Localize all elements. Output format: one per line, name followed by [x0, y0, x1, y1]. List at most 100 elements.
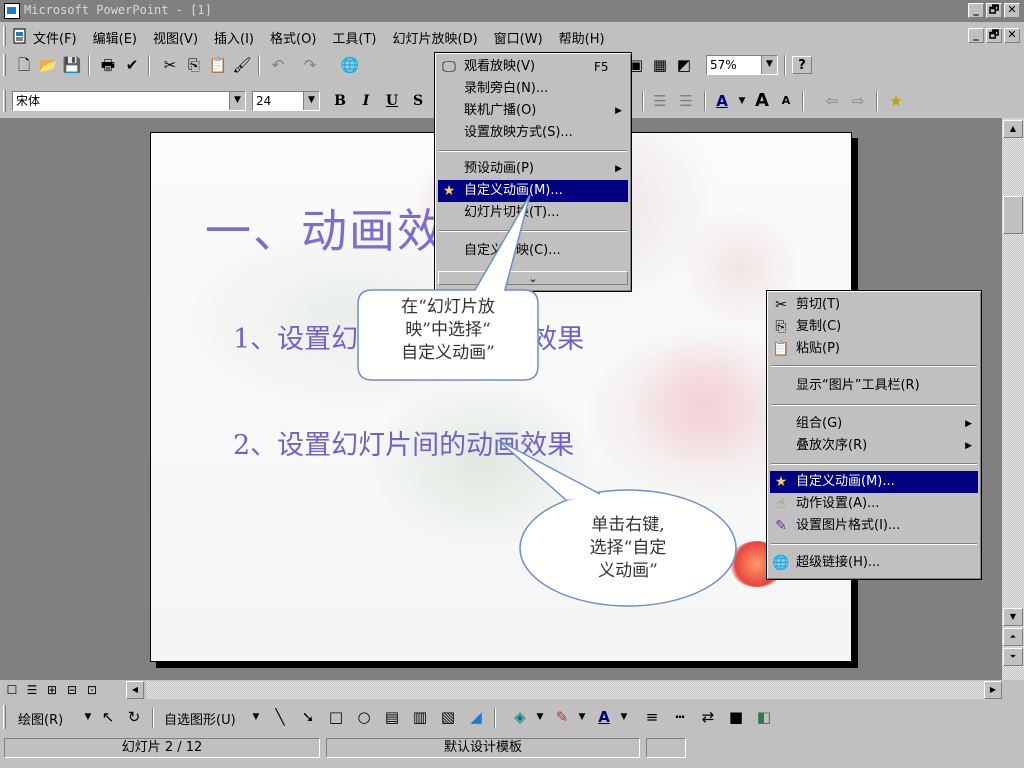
close-button[interactable]: ✕	[1004, 3, 1020, 18]
menu-expand-chevron-icon[interactable]: ⌄	[438, 271, 628, 285]
toolbar-grip[interactable]	[3, 705, 6, 729]
line-color-icon[interactable]: ✎	[552, 708, 572, 726]
menu-item-set-up-show[interactable]: 设置放映方式(S)...	[438, 122, 628, 144]
context-item-copy[interactable]: ⎘ 复制(C)	[770, 316, 978, 338]
menu-format[interactable]: 格式(O)	[269, 28, 317, 47]
font-select[interactable]: 宋体 ▼	[12, 91, 246, 111]
move-up-icon[interactable]: ⇦	[822, 92, 842, 110]
outline-view-icon[interactable]: ☰	[24, 683, 40, 697]
menu-edit[interactable]: 编辑(E)	[92, 28, 138, 47]
menu-window[interactable]: 窗口(W)	[493, 28, 544, 47]
zoom-dropdown-arrow[interactable]: ▼	[761, 56, 777, 74]
increase-font-icon[interactable]: A	[752, 92, 772, 110]
text-box-icon[interactable]: ▤	[382, 708, 402, 726]
slide-show-view-icon[interactable]: ⊡	[84, 683, 100, 697]
draw-menu-button[interactable]: 绘图(R)	[18, 709, 63, 728]
promote-icon[interactable]: ☰	[650, 92, 670, 110]
menu-slideshow[interactable]: 幻灯片放映(D)	[392, 28, 479, 47]
font-size-select[interactable]: 24 ▼	[252, 91, 320, 111]
chart-icon[interactable]: ◩	[674, 56, 694, 74]
paste-icon[interactable]: 📋	[208, 56, 228, 74]
decrease-font-icon[interactable]: A	[776, 92, 796, 110]
doc-close-button[interactable]: ✕	[1004, 28, 1020, 43]
horizontal-scrollbar[interactable]	[146, 681, 984, 699]
new-icon[interactable]: 🗋	[14, 56, 34, 74]
menu-item-preset-animation[interactable]: 预设动画(P) ▶	[438, 158, 628, 180]
normal-view-icon[interactable]: ☐	[4, 683, 20, 697]
print-icon[interactable]: 🖶	[98, 56, 118, 74]
animation-effects-icon[interactable]: ★	[886, 92, 906, 110]
doc-restore-button[interactable]: 🗗	[986, 28, 1002, 43]
menu-item-view-show[interactable]: 🖵 观看放映(V) F5	[438, 56, 628, 78]
italic-button[interactable]: I	[356, 92, 376, 110]
toolbar-grip[interactable]	[3, 90, 6, 112]
powerpoint-app-icon[interactable]	[4, 3, 20, 19]
restore-button[interactable]: 🗗	[986, 3, 1002, 18]
shadow-icon[interactable]: ■	[726, 708, 746, 726]
doc-minimize-button[interactable]: _	[968, 28, 984, 43]
vertical-scrollbar[interactable]: ▲ ▼ ⏶ ⏷	[1002, 118, 1024, 680]
arrow-style-icon[interactable]: ⇄	[698, 708, 718, 726]
document-icon[interactable]	[12, 28, 28, 44]
line-color-arrow-icon[interactable]: ▼	[572, 708, 592, 726]
design-template-name[interactable]: 默认设计模板	[326, 738, 640, 758]
wordart-icon[interactable]: ▥	[410, 708, 430, 726]
font-color-arrow-icon[interactable]: ▼	[732, 92, 752, 110]
dash-style-icon[interactable]: ┅	[670, 708, 690, 726]
context-item-order[interactable]: 叠放次序(R) ▶	[770, 435, 978, 457]
format-painter-icon[interactable]: 🖌	[232, 56, 252, 74]
undo-icon[interactable]: ↶	[268, 56, 288, 74]
menu-file[interactable]: 文件(F)	[32, 28, 78, 47]
menu-view[interactable]: 视图(V)	[152, 28, 199, 47]
context-item-show-picture-toolbar[interactable]: 显示“图片”工具栏(R)	[770, 375, 978, 397]
slide-bullet-2[interactable]: 2、设置幻灯片间的动画效果	[233, 423, 574, 462]
font-color-icon[interactable]: A	[712, 92, 732, 110]
minimize-button[interactable]: _	[968, 3, 984, 18]
free-rotate-icon[interactable]: ↻	[124, 708, 144, 726]
move-down-icon[interactable]: ⇨	[848, 92, 868, 110]
slide-view-icon[interactable]: ⊞	[44, 683, 60, 697]
menu-item-online-broadcast[interactable]: 联机广播(O) ▶	[438, 100, 628, 122]
font-size-dropdown-arrow[interactable]: ▼	[303, 92, 319, 110]
menu-insert[interactable]: 插入(I)	[213, 28, 255, 47]
fill-color-icon[interactable]: ◈	[510, 708, 530, 726]
menu-item-slide-transition[interactable]: 幻灯片切换(T)...	[438, 202, 628, 224]
oval-icon[interactable]: ○	[354, 708, 374, 726]
help-icon[interactable]: ?	[792, 56, 812, 74]
menu-tools[interactable]: 工具(T)	[331, 28, 377, 47]
autoshapes-dropdown-arrow-icon[interactable]: ▼	[246, 708, 266, 726]
menubar-grip[interactable]	[3, 26, 6, 46]
scroll-up-icon[interactable]: ▲	[1003, 120, 1023, 138]
context-item-paste[interactable]: 📋 粘贴(P)	[770, 338, 978, 360]
context-item-custom-animation[interactable]: ★ 自定义动画(M)...	[770, 471, 978, 493]
scroll-thumb[interactable]	[1003, 196, 1023, 234]
zoom-select[interactable]: 57% ▼	[706, 55, 778, 75]
open-icon[interactable]: 📂	[38, 56, 58, 74]
bold-button[interactable]: B	[330, 92, 350, 110]
3d-icon[interactable]: ◧	[754, 708, 774, 726]
menu-item-custom-shows[interactable]: 自定义放映(C)...	[438, 240, 628, 262]
save-icon[interactable]: 💾	[62, 56, 82, 74]
select-objects-icon[interactable]: ↖	[98, 708, 118, 726]
context-item-grouping[interactable]: 组合(G) ▶	[770, 413, 978, 435]
shadow-button[interactable]: S	[408, 92, 428, 110]
previous-slide-icon[interactable]: ⏶	[1003, 628, 1023, 646]
demote-icon[interactable]: ☰	[676, 92, 696, 110]
slide-sorter-view-icon[interactable]: ⊟	[64, 683, 80, 697]
menu-item-custom-animation[interactable]: ★ 自定义动画(M)...	[438, 180, 628, 202]
context-item-cut[interactable]: ✂ 剪切(T)	[770, 294, 978, 316]
next-slide-icon[interactable]: ⏷	[1003, 648, 1023, 666]
scroll-down-icon[interactable]: ▼	[1003, 608, 1023, 626]
text-color-icon[interactable]: A	[594, 708, 614, 726]
insert-table-icon[interactable]: ▦	[650, 56, 670, 74]
menu-item-record-narration[interactable]: 录制旁白(N)...	[438, 78, 628, 100]
insert-hyperlink-icon[interactable]: 🌐	[340, 56, 360, 74]
toolbar-grip[interactable]	[3, 54, 6, 76]
context-item-hyperlink[interactable]: 🌐 超级链接(H)...	[770, 552, 978, 574]
slide-title[interactable]: 一、动画效	[205, 195, 445, 261]
scroll-right-icon[interactable]: ▶	[984, 681, 1002, 699]
font-dropdown-arrow[interactable]: ▼	[229, 92, 245, 110]
line-icon[interactable]: ╲	[270, 708, 290, 726]
cut-icon[interactable]: ✂	[160, 56, 180, 74]
arrow-icon[interactable]: ➘	[298, 708, 318, 726]
